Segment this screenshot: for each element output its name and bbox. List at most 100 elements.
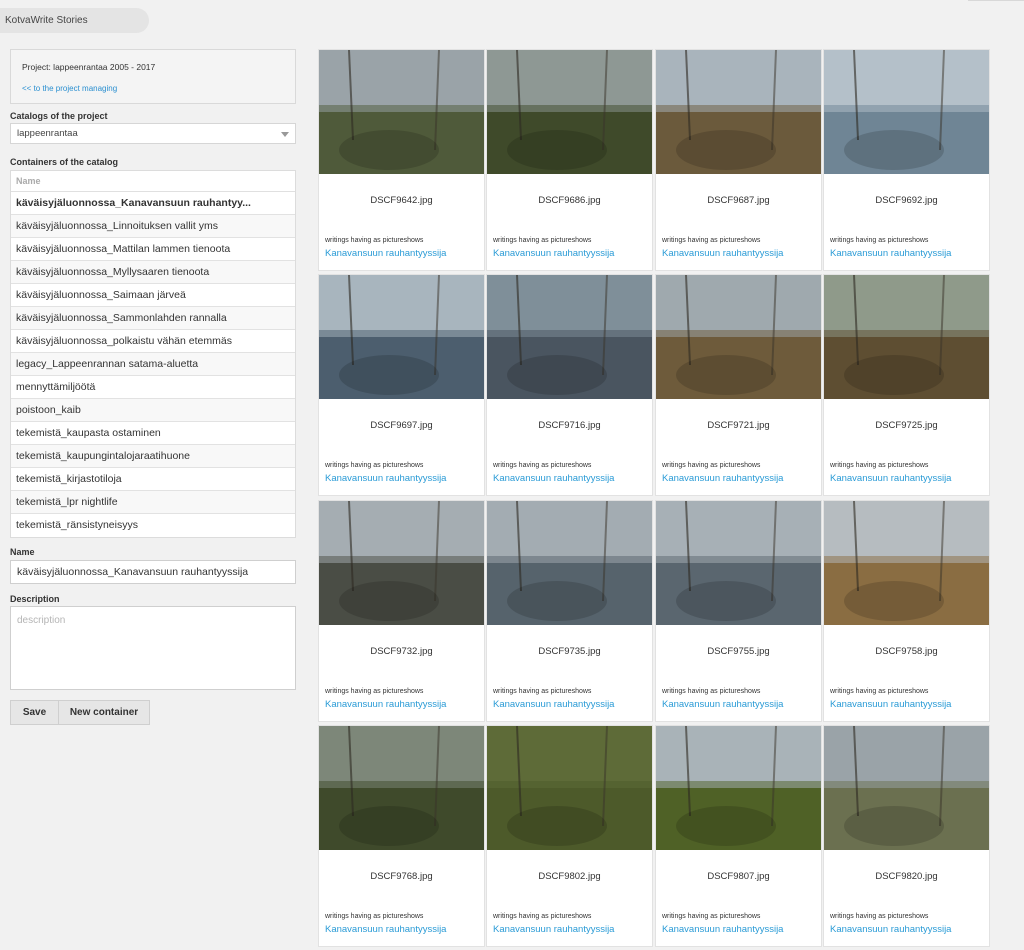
photo-filename: DSCF9716.jpg xyxy=(538,420,601,431)
container-row[interactable]: legacy_Lappeenrannan satama-aluetta xyxy=(11,353,295,376)
writings-label: writings having as pictureshows xyxy=(325,688,424,695)
photo-card[interactable]: DSCF9802.jpg writings having as picturesh… xyxy=(486,725,653,947)
photo-card[interactable]: DSCF9768.jpg writings having as picturesh… xyxy=(318,725,485,947)
photo-thumbnail[interactable] xyxy=(487,726,652,850)
writings-label: writings having as pictureshows xyxy=(830,688,929,695)
description-label: Description xyxy=(10,594,60,604)
writings-label: writings having as pictureshows xyxy=(493,913,592,920)
new-container-button[interactable]: New container xyxy=(58,700,150,725)
container-row[interactable]: tekemistä_kirjastotiloja xyxy=(11,468,295,491)
photo-filename: DSCF9642.jpg xyxy=(370,195,433,206)
container-row[interactable]: tekemistä_kaupasta ostaminen xyxy=(11,422,295,445)
name-field[interactable]: käväisyjäluonnossa_Kanavansuun rauhantyy… xyxy=(10,560,296,584)
photo-thumbnail[interactable] xyxy=(487,275,652,399)
container-link[interactable]: Kanavansuun rauhantyyssija xyxy=(662,473,783,484)
chevron-down-icon xyxy=(281,132,289,137)
photo-filename: DSCF9697.jpg xyxy=(370,420,433,431)
writings-label: writings having as pictureshows xyxy=(662,688,761,695)
container-link[interactable]: Kanavansuun rauhantyyssija xyxy=(830,248,951,259)
containers-column-header[interactable]: Name xyxy=(11,171,295,192)
container-row[interactable]: tekemistä_ränsistyneisyys xyxy=(11,514,295,537)
photo-thumbnail[interactable] xyxy=(487,501,652,625)
photo-card[interactable]: DSCF9692.jpg writings having as picturesh… xyxy=(823,49,990,271)
photo-card[interactable]: DSCF9686.jpg writings having as picturesh… xyxy=(486,49,653,271)
container-link[interactable]: Kanavansuun rauhantyyssija xyxy=(325,248,446,259)
container-row[interactable]: käväisyjäluonnossa_Linnoituksen vallit y… xyxy=(11,215,295,238)
photo-card[interactable]: DSCF9687.jpg writings having as picturesh… xyxy=(655,49,822,271)
photo-thumbnail[interactable] xyxy=(656,275,821,399)
writings-label: writings having as pictureshows xyxy=(325,462,424,469)
photo-thumbnail[interactable] xyxy=(824,501,989,625)
catalogs-label: Catalogs of the project xyxy=(10,111,108,121)
photo-thumbnail[interactable] xyxy=(319,275,484,399)
photo-filename: DSCF9820.jpg xyxy=(875,871,938,882)
photo-filename: DSCF9807.jpg xyxy=(707,871,770,882)
photo-filename: DSCF9687.jpg xyxy=(707,195,770,206)
writings-label: writings having as pictureshows xyxy=(830,462,929,469)
photo-filename: DSCF9755.jpg xyxy=(707,646,770,657)
photo-thumbnail[interactable] xyxy=(656,50,821,174)
photo-thumbnail[interactable] xyxy=(656,501,821,625)
container-link[interactable]: Kanavansuun rauhantyyssija xyxy=(830,699,951,710)
back-to-project-link[interactable]: << to the project managing xyxy=(22,84,117,93)
project-label: Project: lappeenrantaa 2005 - 2017 xyxy=(22,62,156,72)
container-link[interactable]: Kanavansuun rauhantyyssija xyxy=(493,924,614,935)
container-link[interactable]: Kanavansuun rauhantyyssija xyxy=(493,699,614,710)
container-link[interactable]: Kanavansuun rauhantyyssija xyxy=(325,699,446,710)
container-row[interactable]: käväisyjäluonnossa_Myllysaaren tienoota xyxy=(11,261,295,284)
photo-card[interactable]: DSCF9716.jpg writings having as picturesh… xyxy=(486,274,653,496)
container-link[interactable]: Kanavansuun rauhantyyssija xyxy=(493,248,614,259)
photo-card[interactable]: DSCF9735.jpg writings having as picturesh… xyxy=(486,500,653,722)
photo-thumbnail[interactable] xyxy=(824,726,989,850)
container-row[interactable]: tekemistä_kaupungintalojaraatihuone xyxy=(11,445,295,468)
photo-thumbnail[interactable] xyxy=(824,50,989,174)
container-row[interactable]: mennyttämiljöötä xyxy=(11,376,295,399)
writings-label: writings having as pictureshows xyxy=(662,237,761,244)
photo-thumbnail[interactable] xyxy=(319,50,484,174)
container-link[interactable]: Kanavansuun rauhantyyssija xyxy=(662,248,783,259)
writings-label: writings having as pictureshows xyxy=(325,237,424,244)
photo-card[interactable]: DSCF9807.jpg writings having as picturesh… xyxy=(655,725,822,947)
container-link[interactable]: Kanavansuun rauhantyyssija xyxy=(662,699,783,710)
photo-card[interactable]: DSCF9758.jpg writings having as picturesh… xyxy=(823,500,990,722)
photo-thumbnail[interactable] xyxy=(319,501,484,625)
photo-thumbnail[interactable] xyxy=(656,726,821,850)
project-info-box: Project: lappeenrantaa 2005 - 2017 << to… xyxy=(10,49,296,104)
container-row[interactable]: käväisyjäluonnossa_Mattilan lammen tieno… xyxy=(11,238,295,261)
photo-card[interactable]: DSCF9732.jpg writings having as picturesh… xyxy=(318,500,485,722)
container-row[interactable]: tekemistä_lpr nightlife xyxy=(11,491,295,514)
writings-label: writings having as pictureshows xyxy=(662,462,761,469)
container-row[interactable]: käväisyjäluonnossa_Saimaan järveä xyxy=(11,284,295,307)
photo-card[interactable]: DSCF9725.jpg writings having as picturesh… xyxy=(823,274,990,496)
container-row[interactable]: käväisyjäluonnossa_Sammonlahden rannalla xyxy=(11,307,295,330)
container-link[interactable]: Kanavansuun rauhantyyssija xyxy=(325,924,446,935)
photo-card[interactable]: DSCF9755.jpg writings having as picturesh… xyxy=(655,500,822,722)
container-link[interactable]: Kanavansuun rauhantyyssija xyxy=(662,924,783,935)
container-row[interactable]: poistoon_kaib xyxy=(11,399,295,422)
photo-filename: DSCF9768.jpg xyxy=(370,871,433,882)
writings-label: writings having as pictureshows xyxy=(493,688,592,695)
photo-filename: DSCF9735.jpg xyxy=(538,646,601,657)
save-button[interactable]: Save xyxy=(10,700,59,725)
photo-thumbnail[interactable] xyxy=(487,50,652,174)
photo-thumbnail[interactable] xyxy=(824,275,989,399)
writings-label: writings having as pictureshows xyxy=(830,237,929,244)
photo-filename: DSCF9802.jpg xyxy=(538,871,601,882)
photo-thumbnail[interactable] xyxy=(319,726,484,850)
description-field[interactable]: description xyxy=(10,606,296,690)
name-label: Name xyxy=(10,547,35,557)
container-link[interactable]: Kanavansuun rauhantyyssija xyxy=(830,924,951,935)
photo-filename: DSCF9725.jpg xyxy=(875,420,938,431)
containers-label: Containers of the catalog xyxy=(10,157,119,167)
catalog-select[interactable]: lappeenrantaa xyxy=(10,123,296,144)
container-link[interactable]: Kanavansuun rauhantyyssija xyxy=(325,473,446,484)
photo-card[interactable]: DSCF9642.jpg writings having as picturesh… xyxy=(318,49,485,271)
app-title-tab[interactable]: KotvaWrite Stories xyxy=(0,8,149,33)
container-link[interactable]: Kanavansuun rauhantyyssija xyxy=(493,473,614,484)
container-row[interactable]: käväisyjäluonnossa_Kanavansuun rauhantyy… xyxy=(11,192,295,215)
photo-card[interactable]: DSCF9721.jpg writings having as picturesh… xyxy=(655,274,822,496)
container-row[interactable]: käväisyjäluonnossa_polkaistu vähän etemm… xyxy=(11,330,295,353)
photo-card[interactable]: DSCF9697.jpg writings having as picturesh… xyxy=(318,274,485,496)
container-link[interactable]: Kanavansuun rauhantyyssija xyxy=(830,473,951,484)
photo-card[interactable]: DSCF9820.jpg writings having as picturesh… xyxy=(823,725,990,947)
